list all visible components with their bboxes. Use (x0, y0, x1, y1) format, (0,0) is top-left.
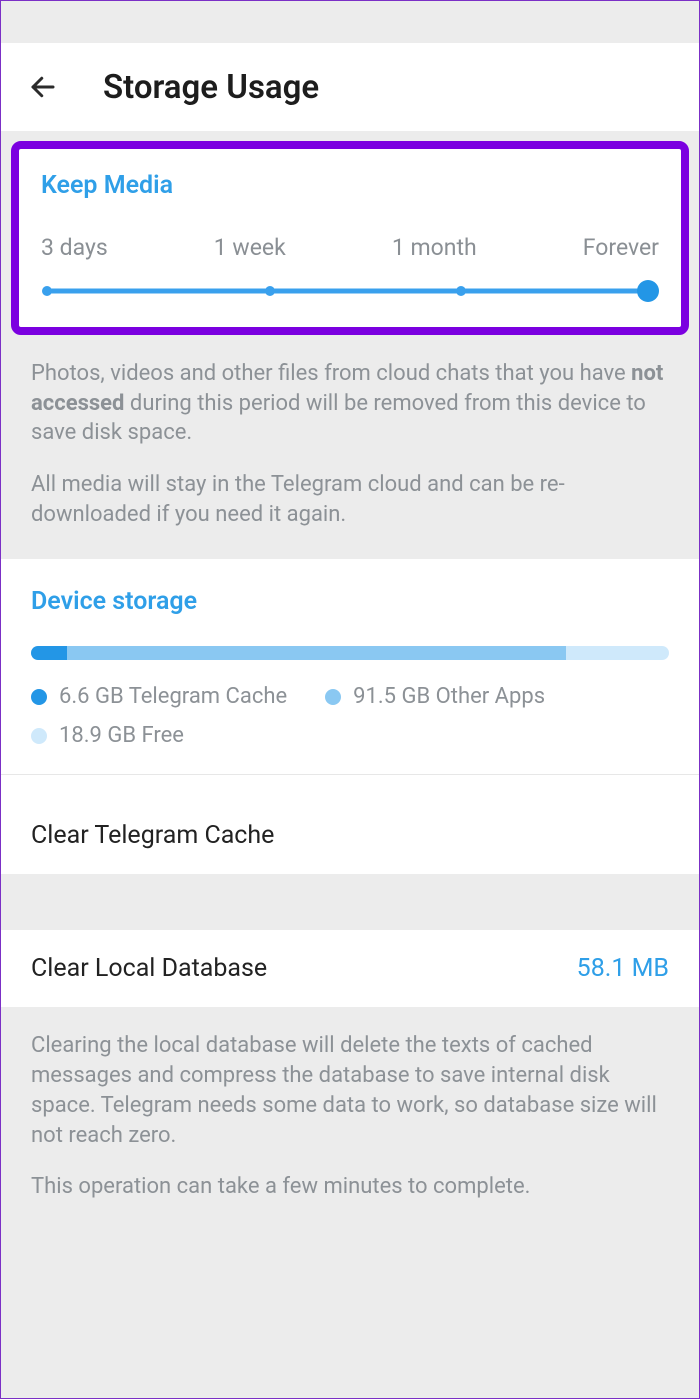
storage-bar-segment (67, 646, 566, 660)
legend-item: 18.9 GB Free (31, 723, 184, 748)
keep-media-help: Photos, videos and other files from clou… (1, 335, 699, 559)
slider-stop-icon (42, 286, 52, 296)
storage-legend: 6.6 GB Telegram Cache 91.5 GB Other Apps 1… (31, 684, 669, 748)
clear-cache-button[interactable]: Clear Telegram Cache (1, 797, 699, 874)
section-gap (1, 874, 699, 930)
keep-media-title: Keep Media (41, 171, 659, 200)
legend-label: 18.9 GB Free (59, 723, 184, 748)
legend-label: 6.6 GB Telegram Cache (59, 684, 287, 709)
keep-media-options: 3 days 1 week 1 month Forever (41, 234, 659, 261)
divider (1, 774, 699, 775)
clear-db-value: 58.1 MB (577, 954, 669, 983)
help-text: All media will stay in the Telegram clou… (31, 470, 669, 529)
legend-dot-icon (325, 689, 341, 705)
page-title: Storage Usage (103, 68, 319, 107)
legend-dot-icon (31, 689, 47, 705)
app-bar: Storage Usage (1, 43, 699, 131)
device-storage-title: Device storage (31, 587, 669, 616)
keep-media-option-0[interactable]: 3 days (41, 234, 108, 261)
keep-media-slider[interactable] (41, 279, 659, 303)
legend-item: 91.5 GB Other Apps (325, 684, 545, 709)
clear-cache-label: Clear Telegram Cache (31, 821, 274, 850)
keep-media-option-1[interactable]: 1 week (214, 234, 286, 261)
storage-bar-segment (566, 646, 669, 660)
storage-bar (31, 646, 669, 660)
slider-thumb-icon[interactable] (637, 280, 659, 302)
status-bar-gap (1, 1, 699, 43)
keep-media-section: Keep Media 3 days 1 week 1 month Forever (11, 141, 689, 335)
legend-dot-icon (31, 728, 47, 744)
keep-media-option-2[interactable]: 1 month (392, 234, 477, 261)
clear-db-label: Clear Local Database (31, 954, 267, 983)
help-text: Clearing the local database will delete … (31, 1031, 669, 1150)
back-button[interactable] (25, 69, 61, 105)
legend-item: 6.6 GB Telegram Cache (31, 684, 287, 709)
legend-label: 91.5 GB Other Apps (353, 684, 545, 709)
help-text: Photos, videos and other files from clou… (31, 359, 669, 448)
storage-bar-segment (31, 646, 67, 660)
slider-stop-icon (456, 286, 466, 296)
slider-stop-icon (265, 286, 275, 296)
clear-local-database-button[interactable]: Clear Local Database 58.1 MB (1, 930, 699, 1007)
arrow-left-icon (28, 72, 58, 102)
device-storage-section: Device storage 6.6 GB Telegram Cache 91.5… (1, 559, 699, 797)
slider-track-line (45, 289, 649, 294)
keep-media-option-3[interactable]: Forever (583, 234, 659, 261)
clear-db-help: Clearing the local database will delete … (1, 1007, 699, 1371)
help-text: This operation can take a few minutes to… (31, 1172, 669, 1202)
